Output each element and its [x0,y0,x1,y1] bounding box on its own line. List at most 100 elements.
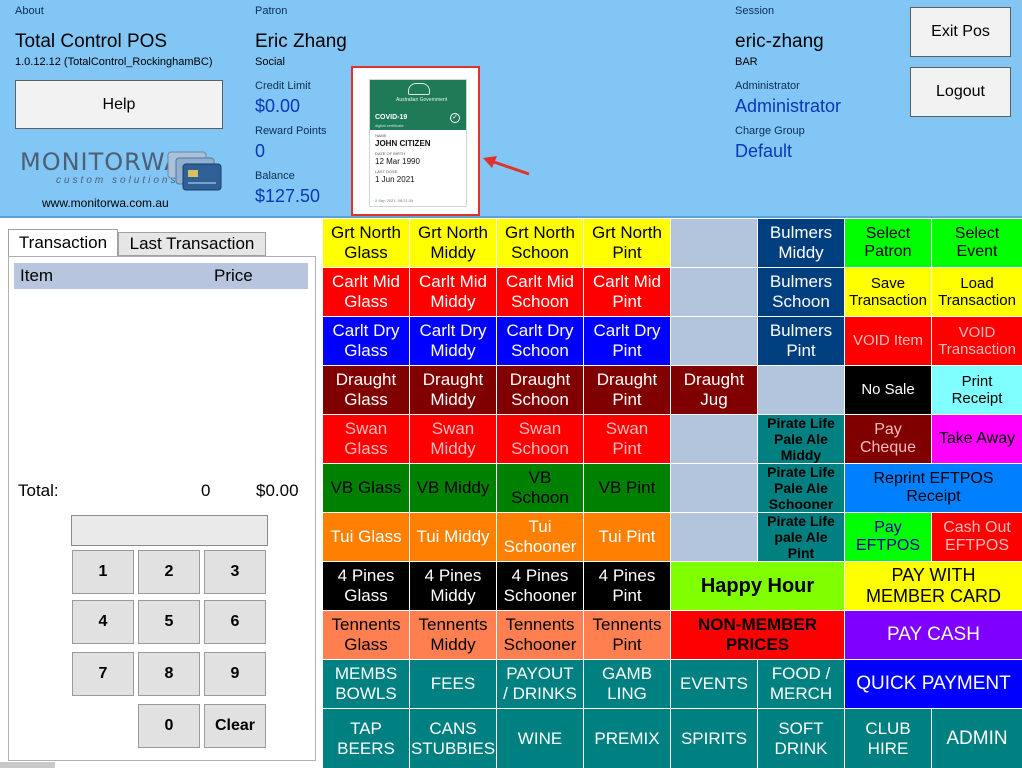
grid-button-fees[interactable]: FEES [410,660,496,708]
grid-button-carlt-dry-glass[interactable]: Carlt Dry Glass [323,317,409,365]
grid-button-bulmers-pint[interactable]: Bulmers Pint [758,317,844,365]
grid-button-tui-glass[interactable]: Tui Glass [323,513,409,561]
grid-button-take-away[interactable]: Take Away [932,415,1022,463]
grid-button-swan-middy[interactable]: Swan Middy [410,415,496,463]
grid-button-carlt-dry-pint[interactable]: Carlt Dry Pint [584,317,670,365]
grid-button-pirate-life-pale-ale-schooner[interactable]: Pirate Life Pale Ale Schooner [758,464,844,512]
grid-button-select-patron[interactable]: Select Patron [845,219,931,267]
grid-button-draught-glass[interactable]: Draught Glass [323,366,409,414]
grid-button-carlt-mid-pint[interactable]: Carlt Mid Pint [584,268,670,316]
keypad-9[interactable]: 9 [204,652,266,696]
grid-button-gamb-ling[interactable]: GAMB LING [584,660,670,708]
grid-button-4-pines-schooner[interactable]: 4 Pines Schooner [497,562,583,610]
grid-button-carlt-dry-middy[interactable]: Carlt Dry Middy [410,317,496,365]
logout-button[interactable]: Logout [910,67,1011,117]
grid-button-happy-hour[interactable]: Happy Hour [671,562,844,610]
grid-button-wine[interactable]: WINE [497,709,583,768]
keypad-8[interactable]: 8 [138,652,200,696]
keypad-2[interactable]: 2 [138,550,200,594]
grid-button-vb-schoon[interactable]: VB Schoon [497,464,583,512]
logo-subtitle: custom solutions [56,175,179,186]
grid-button-tennents-glass[interactable]: Tennents Glass [323,611,409,659]
amount-input[interactable] [71,515,268,546]
keypad-6[interactable]: 6 [204,600,266,644]
crest-icon [408,83,430,95]
grid-button-4-pines-middy[interactable]: 4 Pines Middy [410,562,496,610]
grid-button-carlt-mid-schoon[interactable]: Carlt Mid Schoon [497,268,583,316]
grid-button-no-sale[interactable]: No Sale [845,366,931,414]
covid-certificate-card[interactable]: Australian Government COVID-19 ✓ digital… [369,79,467,207]
grid-button-pay-with-member-card[interactable]: PAY WITH MEMBER CARD [845,562,1022,610]
grid-button-membs-bowls[interactable]: MEMBS BOWLS [323,660,409,708]
grid-button-tui-schooner[interactable]: Tui Schooner [497,513,583,561]
grid-button-premix[interactable]: PREMIX [584,709,670,768]
grid-button-4-pines-pint[interactable]: 4 Pines Pint [584,562,670,610]
keypad-0[interactable]: 0 [138,704,200,748]
grid-button-void-transaction[interactable]: VOID Transaction [932,317,1022,365]
grid-button-reprint-eftpos-receipt[interactable]: Reprint EFTPOS Receipt [845,464,1022,512]
exit-pos-button[interactable]: Exit Pos [910,7,1011,57]
keypad-1[interactable]: 1 [72,550,134,594]
grid-button-void-item[interactable]: VOID Item [845,317,931,365]
grid-button-grt-north-middy[interactable]: Grt North Middy [410,219,496,267]
grid-button-draught-middy[interactable]: Draught Middy [410,366,496,414]
grid-button-tennents-middy[interactable]: Tennents Middy [410,611,496,659]
grid-button-tap-beers[interactable]: TAP BEERS [323,709,409,768]
grid-button-quick-payment[interactable]: QUICK PAYMENT [845,660,1022,708]
grid-button-select-event[interactable]: Select Event [932,219,1022,267]
grid-button-save-transaction[interactable]: Save Transaction [845,268,931,316]
keypad-3[interactable]: 3 [204,550,266,594]
grid-button-vb-pint[interactable]: VB Pint [584,464,670,512]
grid-button-4-pines-glass[interactable]: 4 Pines Glass [323,562,409,610]
horizontal-scrollbar[interactable] [0,762,55,768]
grid-button-pay-eftpos[interactable]: Pay EFTPOS [845,513,931,561]
grid-button-club-hire[interactable]: CLUB HIRE [845,709,931,768]
grid-button-carlt-dry-schoon[interactable]: Carlt Dry Schoon [497,317,583,365]
grid-button-bulmers-schoon[interactable]: Bulmers Schoon [758,268,844,316]
grid-button-bulmers-middy[interactable]: Bulmers Middy [758,219,844,267]
keypad-7[interactable]: 7 [72,652,134,696]
tab-last-transaction[interactable]: Last Transaction [118,232,266,256]
grid-button-grt-north-schoon[interactable]: Grt North Schoon [497,219,583,267]
grid-button-pirate-life-pale-ale-middy[interactable]: Pirate Life Pale Ale Middy [758,415,844,463]
grid-button-draught-jug[interactable]: Draught Jug [671,366,757,414]
grid-button-tennents-pint[interactable]: Tennents Pint [584,611,670,659]
grid-button-cans-stubbies[interactable]: CANS STUBBIES [410,709,496,768]
cards-icon [167,151,222,191]
grid-button-load-transaction[interactable]: Load Transaction [932,268,1022,316]
help-button[interactable]: Help [15,80,223,129]
keypad-4[interactable]: 4 [72,600,134,644]
grid-button-food-merch[interactable]: FOOD / MERCH [758,660,844,708]
grid-button-grt-north-glass[interactable]: Grt North Glass [323,219,409,267]
column-item: Item [20,266,54,285]
transaction-list-header: Item Price [14,263,308,289]
grid-button-admin[interactable]: ADMIN [932,709,1022,768]
grid-button-pay-cheque[interactable]: Pay Cheque [845,415,931,463]
grid-button-swan-glass[interactable]: Swan Glass [323,415,409,463]
grid-button-carlt-mid-middy[interactable]: Carlt Mid Middy [410,268,496,316]
grid-button-cash-out-eftpos[interactable]: Cash Out EFTPOS [932,513,1022,561]
keypad-clear[interactable]: Clear [204,704,266,748]
grid-button-soft-drink[interactable]: SOFT DRINK [758,709,844,768]
grid-button-swan-pint[interactable]: Swan Pint [584,415,670,463]
grid-button-vb-glass[interactable]: VB Glass [323,464,409,512]
grid-button-non-member-prices[interactable]: NON-MEMBER PRICES [671,611,844,659]
grid-button-grt-north-pint[interactable]: Grt North Pint [584,219,670,267]
grid-button-draught-pint[interactable]: Draught Pint [584,366,670,414]
grid-button-spirits[interactable]: SPIRITS [671,709,757,768]
grid-button-vb-middy[interactable]: VB Middy [410,464,496,512]
card-footer: 2 Sep 2021, 08:21:39 [375,198,414,203]
keypad-5[interactable]: 5 [138,600,200,644]
grid-button-tui-pint[interactable]: Tui Pint [584,513,670,561]
grid-button-carlt-mid-glass[interactable]: Carlt Mid Glass [323,268,409,316]
grid-button-tui-middy[interactable]: Tui Middy [410,513,496,561]
grid-button-payout-drinks[interactable]: PAYOUT / DRINKS [497,660,583,708]
grid-button-print-receipt[interactable]: Print Receipt [932,366,1022,414]
tab-transaction[interactable]: Transaction [8,229,118,256]
grid-button-events[interactable]: EVENTS [671,660,757,708]
grid-button-pay-cash[interactable]: PAY CASH [845,611,1022,659]
grid-button-draught-schoon[interactable]: Draught Schoon [497,366,583,414]
grid-button-tennents-schooner[interactable]: Tennents Schooner [497,611,583,659]
grid-button-swan-schoon[interactable]: Swan Schoon [497,415,583,463]
grid-button-pirate-life-pale-ale-pint[interactable]: Pirate Life pale Ale Pint [758,513,844,561]
